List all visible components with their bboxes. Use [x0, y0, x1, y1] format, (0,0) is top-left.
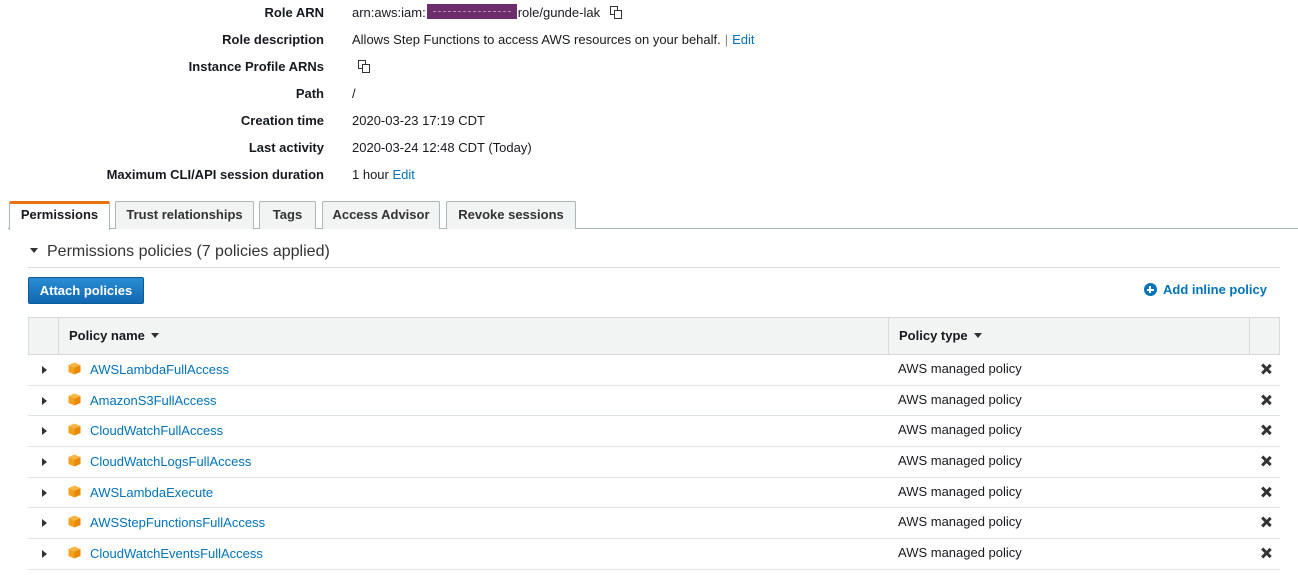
- table-row: AWSLambdaFullAccess AWS managed policy: [28, 355, 1280, 386]
- path-row: Path /: [0, 84, 1298, 104]
- tab-access-advisor[interactable]: Access Advisor: [322, 201, 440, 229]
- copy-icon[interactable]: [609, 5, 623, 19]
- add-inline-policy-link[interactable]: Add inline policy: [1143, 281, 1267, 299]
- separator: |: [724, 32, 729, 47]
- remove-policy-icon[interactable]: [1260, 516, 1272, 528]
- max-session-row: Maximum CLI/API session duration 1 hour …: [0, 165, 1298, 185]
- role-description-text: Allows Step Functions to access AWS reso…: [352, 32, 721, 47]
- creation-time-label: Creation time: [240, 113, 324, 128]
- remove-policy-icon[interactable]: [1260, 547, 1272, 559]
- table-row: AWSLambdaExecute AWS managed policy: [28, 478, 1280, 509]
- role-arn-row: Role ARN arn:aws:iam: role/gunde-lak: [0, 3, 1298, 23]
- sort-icon: [973, 333, 982, 338]
- tab-tags[interactable]: Tags: [259, 201, 316, 229]
- permissions-policies-toggle[interactable]: Permissions policies (7 policies applied…: [30, 242, 330, 262]
- policy-name-link[interactable]: AWSStepFunctionsFullAccess: [90, 508, 265, 538]
- policy-name-link[interactable]: CloudWatchFullAccess: [90, 416, 223, 446]
- role-tabs: Permissions Trust relationships Tags Acc…: [8, 201, 1298, 230]
- edit-session-link[interactable]: Edit: [393, 167, 415, 182]
- column-policy-name[interactable]: Policy name: [69, 318, 159, 354]
- aws-managed-policy-icon: [68, 485, 81, 498]
- policies-table: Policy name Policy type AWSLambdaFullAcc…: [28, 317, 1280, 570]
- role-arn-suffix: role/gunde-lak: [517, 5, 601, 20]
- plus-circle-icon: [1143, 283, 1157, 296]
- policy-type-header: Policy type: [899, 328, 968, 343]
- last-activity-value: 2020-03-24 12:48 CDT (Today): [352, 140, 532, 155]
- policy-type: AWS managed policy: [898, 391, 1022, 407]
- table-body: AWSLambdaFullAccess AWS managed policy A…: [28, 355, 1280, 570]
- permissions-heading: Permissions policies (7 policies applied…: [47, 243, 330, 260]
- remove-policy-icon[interactable]: [1260, 455, 1272, 467]
- column-divider: [58, 318, 59, 354]
- creation-time-value: 2020-03-23 17:19 CDT: [352, 113, 485, 128]
- policy-type: AWS managed policy: [898, 514, 1022, 530]
- tab-trust-relationships[interactable]: Trust relationships: [115, 201, 254, 229]
- edit-description-link[interactable]: Edit: [732, 32, 754, 47]
- policy-type: AWS managed policy: [898, 422, 1022, 438]
- remove-policy-icon[interactable]: [1260, 486, 1272, 498]
- expand-row-icon[interactable]: [42, 488, 47, 497]
- role-description-label: Role description: [222, 32, 324, 47]
- policy-type: AWS managed policy: [898, 452, 1022, 468]
- table-row: CloudWatchLogsFullAccess AWS managed pol…: [28, 447, 1280, 478]
- creation-time-row: Creation time 2020-03-23 17:19 CDT: [0, 111, 1298, 131]
- expand-row-icon[interactable]: [42, 549, 47, 558]
- instance-profile-label: Instance Profile ARNs: [188, 59, 324, 74]
- policy-name-link[interactable]: CloudWatchLogsFullAccess: [90, 447, 251, 477]
- attach-policies-button[interactable]: Attach policies: [28, 277, 144, 304]
- aws-managed-policy-icon: [68, 362, 81, 375]
- table-header: Policy name Policy type: [28, 317, 1280, 355]
- policy-name-link[interactable]: AWSLambdaExecute: [90, 478, 213, 508]
- divider: [28, 267, 1280, 268]
- expand-row-icon[interactable]: [42, 519, 47, 528]
- add-inline-label: Add inline policy: [1162, 282, 1267, 297]
- column-policy-type[interactable]: Policy type: [899, 318, 982, 354]
- aws-managed-policy-icon: [68, 393, 81, 406]
- tab-permissions[interactable]: Permissions: [9, 201, 110, 230]
- path-label: Path: [295, 86, 324, 101]
- policy-type: AWS managed policy: [898, 544, 1022, 560]
- instance-profile-value: [348, 57, 371, 77]
- expand-row-icon[interactable]: [42, 366, 47, 374]
- expand-row-icon[interactable]: [42, 457, 47, 466]
- role-description-row: Role description Allows Step Functions t…: [0, 30, 1298, 50]
- aws-managed-policy-icon: [68, 515, 81, 528]
- tab-revoke-sessions[interactable]: Revoke sessions: [446, 201, 576, 229]
- path-value: /: [352, 86, 356, 101]
- last-activity-row: Last activity 2020-03-24 12:48 CDT (Toda…: [0, 138, 1298, 158]
- copy-icon[interactable]: [357, 59, 371, 73]
- redacted-account-id: [426, 4, 517, 19]
- policy-name-header: Policy name: [69, 328, 145, 343]
- expand-row-icon[interactable]: [42, 427, 47, 436]
- policy-name-link[interactable]: CloudWatchEventsFullAccess: [90, 539, 263, 569]
- table-row: CloudWatchEventsFullAccess AWS managed p…: [28, 539, 1280, 570]
- role-description-value: Allows Step Functions to access AWS reso…: [352, 30, 755, 50]
- remove-policy-icon[interactable]: [1260, 363, 1272, 375]
- caret-down-icon: [30, 248, 38, 253]
- table-row: CloudWatchFullAccess AWS managed policy: [28, 416, 1280, 447]
- table-row: AmazonS3FullAccess AWS managed policy: [28, 386, 1280, 417]
- column-divider: [888, 318, 889, 354]
- policy-type: AWS managed policy: [898, 483, 1022, 499]
- last-activity-label: Last activity: [248, 140, 324, 155]
- policy-name-link[interactable]: AmazonS3FullAccess: [90, 386, 216, 416]
- policy-type: AWS managed policy: [898, 361, 1022, 376]
- expand-row-icon[interactable]: [42, 396, 47, 405]
- max-session-duration: 1 hour: [352, 167, 389, 182]
- remove-policy-icon[interactable]: [1260, 394, 1272, 406]
- aws-managed-policy-icon: [68, 546, 81, 559]
- table-row: AWSStepFunctionsFullAccess AWS managed p…: [28, 508, 1280, 539]
- remove-policy-icon[interactable]: [1260, 424, 1272, 436]
- role-arn-value: arn:aws:iam: role/gunde-lak: [352, 3, 623, 23]
- column-divider: [1249, 318, 1250, 354]
- role-arn-label: Role ARN: [264, 5, 324, 20]
- policy-name-link[interactable]: AWSLambdaFullAccess: [90, 355, 229, 385]
- aws-managed-policy-icon: [68, 454, 81, 467]
- role-arn-prefix: arn:aws:iam:: [352, 5, 426, 20]
- instance-profile-row: Instance Profile ARNs: [0, 57, 1298, 77]
- max-session-value: 1 hour Edit: [352, 165, 415, 185]
- aws-managed-policy-icon: [68, 423, 81, 436]
- max-session-label: Maximum CLI/API session duration: [106, 167, 324, 182]
- sort-icon: [150, 333, 159, 338]
